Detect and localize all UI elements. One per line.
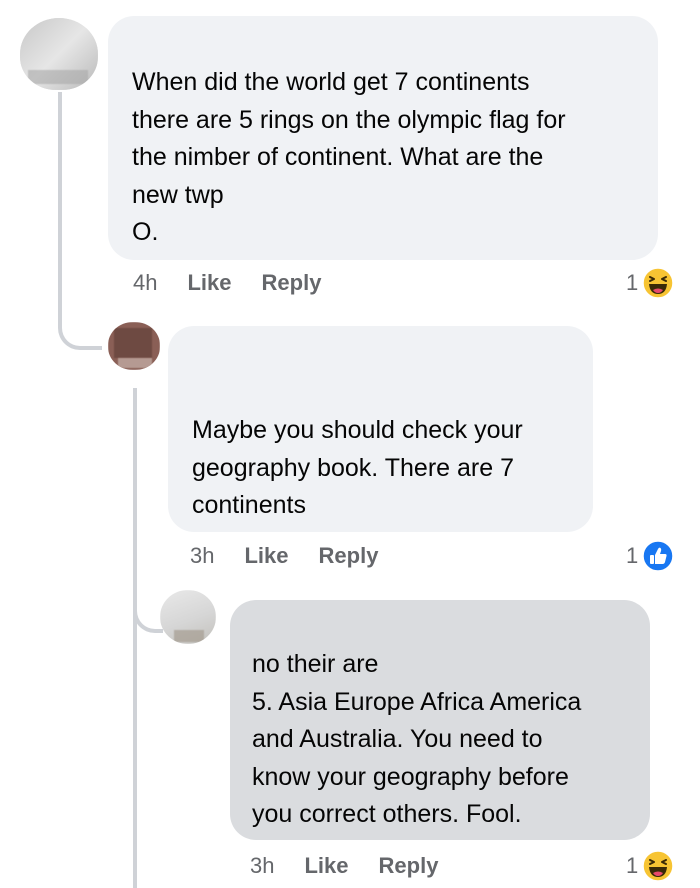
reply-button-1[interactable]: Reply bbox=[262, 270, 322, 296]
like-button-2[interactable]: Like bbox=[244, 543, 288, 569]
reaction-count-2: 1 bbox=[626, 543, 639, 568]
avatar-commenter-3[interactable] bbox=[160, 590, 216, 644]
comment-bubble-2: Maybe you should check your geography bo… bbox=[168, 326, 593, 532]
reply-button-3[interactable]: Reply bbox=[379, 853, 439, 879]
like-button-3[interactable]: Like bbox=[304, 853, 348, 879]
comment-actions-3: 3h Like Reply bbox=[250, 853, 438, 879]
reaction-count-1: 1 bbox=[626, 270, 639, 295]
comment-bubble-1: When did the world get 7 continents ther… bbox=[108, 16, 658, 260]
thread-connector-reply-2 bbox=[133, 575, 163, 633]
reaction-summary-3[interactable]: 1 bbox=[626, 850, 674, 882]
reaction-summary-2[interactable]: 1 bbox=[626, 540, 674, 572]
reaction-summary-1[interactable]: 1 bbox=[626, 267, 674, 299]
comment-actions-2: 3h Like Reply bbox=[190, 543, 378, 569]
comment-bubble-3: no their are 5. Asia Europe Africa Ameri… bbox=[230, 600, 650, 840]
comment-text-3: no their are 5. Asia Europe Africa Ameri… bbox=[252, 650, 582, 828]
thread-line-main bbox=[58, 92, 62, 324]
comment-time-2[interactable]: 3h bbox=[190, 543, 214, 569]
haha-emoji-icon bbox=[642, 267, 674, 299]
thread-connector-reply-1 bbox=[58, 300, 102, 350]
reply-button-2[interactable]: Reply bbox=[319, 543, 379, 569]
avatar-commenter-2[interactable] bbox=[108, 322, 160, 370]
comment-text-2: Maybe you should check your geography bo… bbox=[192, 416, 523, 519]
reaction-count-3: 1 bbox=[626, 853, 639, 878]
haha-emoji-icon bbox=[642, 850, 674, 882]
comment-text-1: When did the world get 7 continents ther… bbox=[132, 68, 566, 246]
thread-line-reply bbox=[133, 388, 137, 888]
avatar-commenter-1[interactable] bbox=[20, 18, 98, 90]
comment-time-1[interactable]: 4h bbox=[133, 270, 157, 296]
like-thumb-icon bbox=[642, 540, 674, 572]
comment-actions-1: 4h Like Reply bbox=[133, 270, 321, 296]
comment-time-3[interactable]: 3h bbox=[250, 853, 274, 879]
like-button-1[interactable]: Like bbox=[187, 270, 231, 296]
